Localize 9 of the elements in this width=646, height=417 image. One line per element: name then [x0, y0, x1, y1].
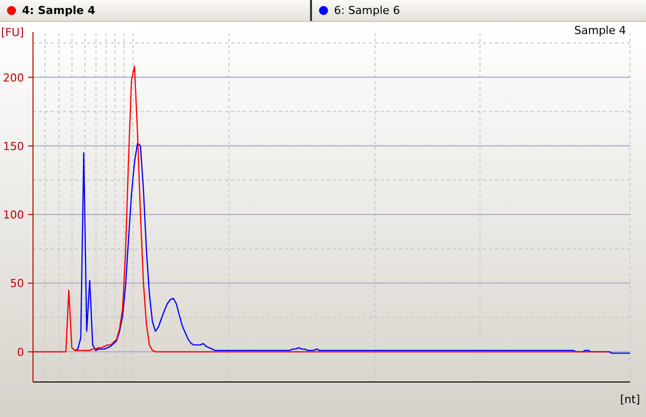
tick-label: 0: [17, 346, 24, 359]
tick-label: 150: [3, 140, 24, 153]
tick-label: 100: [3, 208, 24, 222]
chart-title: Sample 4: [574, 24, 626, 37]
axis-unit: [FU]: [1, 26, 24, 39]
tick-label: 200: [3, 71, 24, 84]
axis-unit: [nt]: [620, 393, 640, 406]
sample-tab[interactable]: 4: Sample 4: [0, 0, 310, 21]
tick-label: 50: [10, 277, 24, 290]
